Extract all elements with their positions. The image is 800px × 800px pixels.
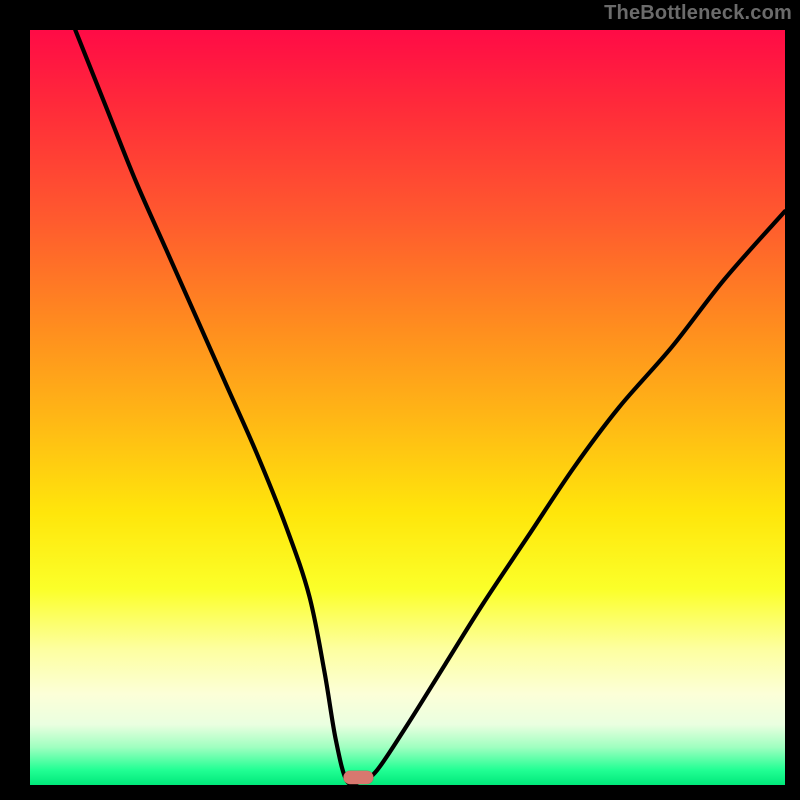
minimum-marker [343,771,373,785]
marker-layer [30,30,785,785]
chart-frame: TheBottleneck.com [0,0,800,800]
watermark-text: TheBottleneck.com [604,2,792,25]
plot-area [30,30,785,785]
